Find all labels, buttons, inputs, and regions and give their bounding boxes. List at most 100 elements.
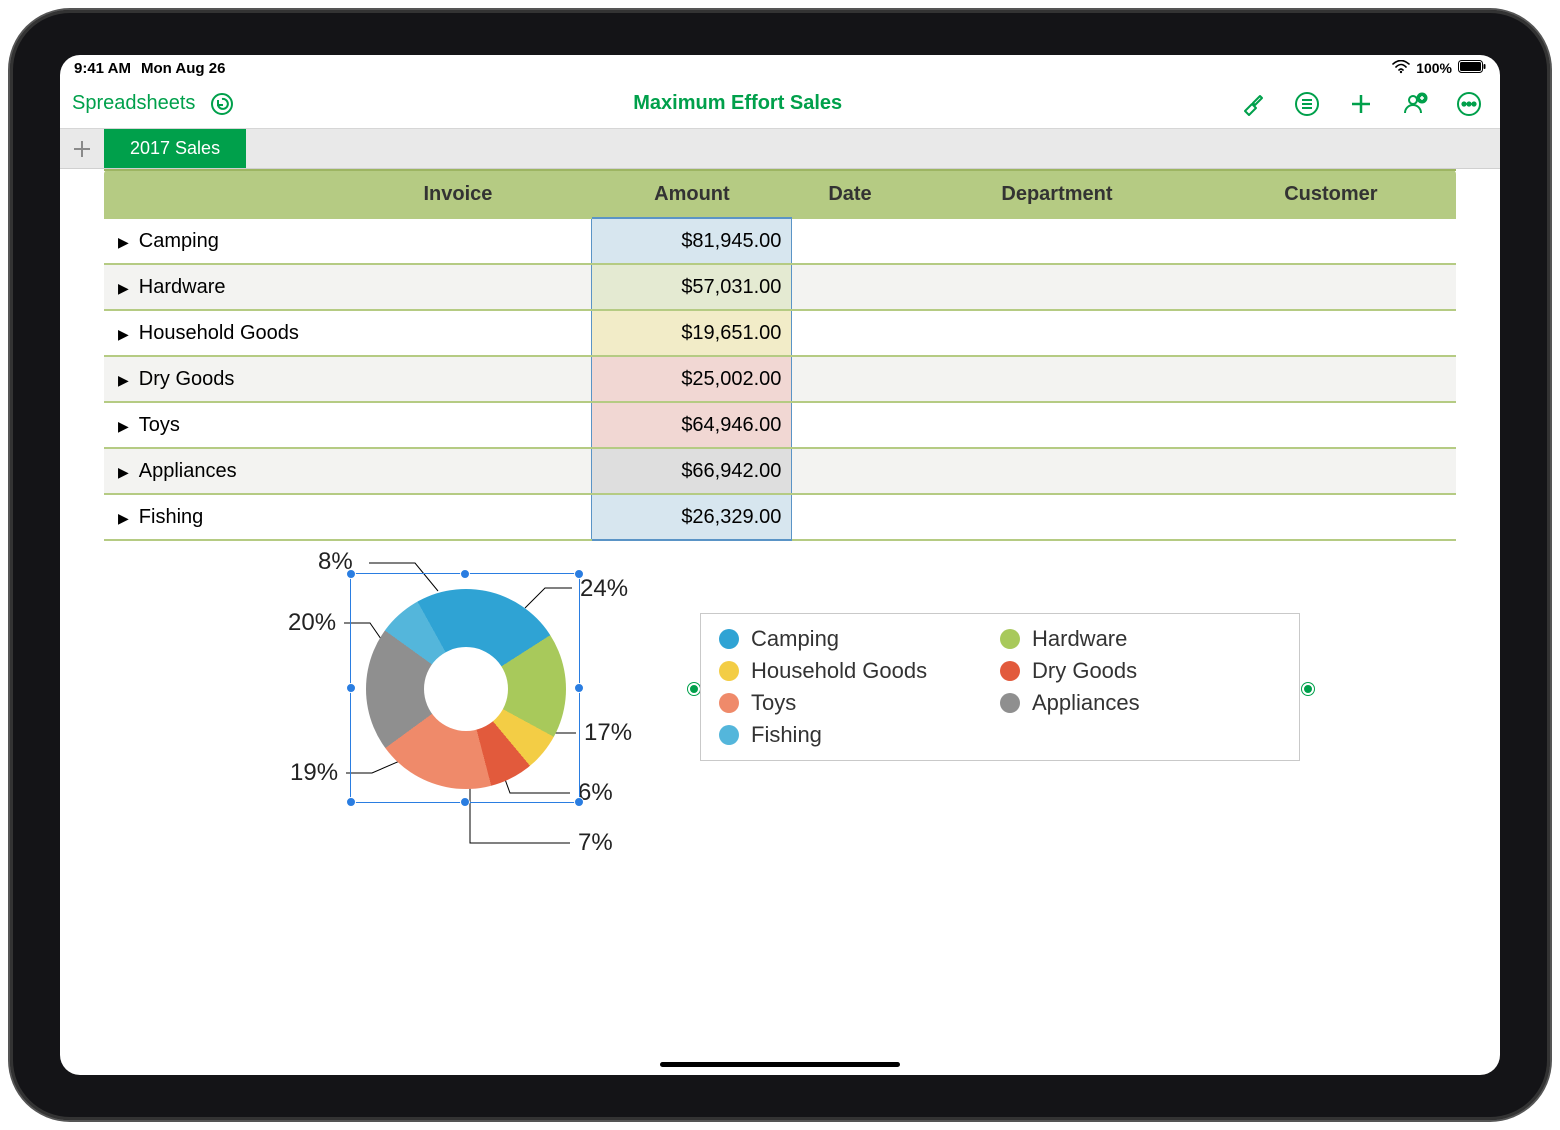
amount-cell[interactable]: $26,329.00 [592, 494, 792, 540]
expand-arrow-icon[interactable]: ▶ [118, 418, 129, 435]
empty-cell[interactable] [908, 494, 1206, 540]
amount-cell[interactable]: $81,945.00 [592, 218, 792, 264]
col-customer[interactable]: Customer [1206, 170, 1456, 218]
legend-item[interactable]: Camping [719, 626, 1000, 652]
add-sheet-button[interactable] [60, 129, 104, 168]
empty-cell[interactable] [908, 218, 1206, 264]
expand-arrow-icon[interactable]: ▶ [118, 234, 129, 251]
selection-handle[interactable] [460, 569, 470, 579]
pct-label: 24% [580, 575, 628, 603]
wifi-icon [1392, 60, 1410, 77]
home-indicator[interactable] [660, 1062, 900, 1067]
selection-handle[interactable] [346, 797, 356, 807]
selection-handle[interactable] [574, 683, 584, 693]
category-cell[interactable]: ▶Appliances [104, 448, 592, 494]
document-title[interactable]: Maximum Effort Sales [235, 92, 1240, 115]
legend-item[interactable]: Hardware [1000, 626, 1281, 652]
selection-handle[interactable] [574, 569, 584, 579]
table-row[interactable]: ▶Hardware$57,031.00 [104, 264, 1456, 310]
col-date[interactable]: Date [792, 170, 908, 218]
expand-arrow-icon[interactable]: ▶ [118, 510, 129, 527]
category-cell[interactable]: ▶Camping [104, 218, 592, 264]
empty-cell[interactable] [1206, 218, 1456, 264]
empty-cell[interactable] [792, 448, 908, 494]
empty-cell[interactable] [908, 356, 1206, 402]
amount-cell[interactable]: $64,946.00 [592, 402, 792, 448]
expand-arrow-icon[interactable]: ▶ [118, 372, 129, 389]
category-cell[interactable]: ▶Fishing [104, 494, 592, 540]
pct-label: 20% [288, 609, 336, 637]
legend-item[interactable]: Toys [719, 690, 1000, 716]
legend-item[interactable]: Fishing [719, 722, 1000, 748]
chart-selection-box[interactable] [350, 573, 580, 803]
sheet-tab-active[interactable]: 2017 Sales [104, 129, 246, 168]
empty-cell[interactable] [908, 264, 1206, 310]
selection-handle[interactable] [346, 569, 356, 579]
collaborate-icon[interactable] [1402, 91, 1428, 117]
amount-cell[interactable]: $66,942.00 [592, 448, 792, 494]
legend-selection-handle[interactable] [1302, 683, 1314, 695]
more-icon[interactable] [1456, 91, 1482, 117]
list-icon[interactable] [1294, 91, 1320, 117]
legend-item[interactable]: Appliances [1000, 690, 1281, 716]
empty-cell[interactable] [1206, 264, 1456, 310]
category-cell[interactable]: ▶Hardware [104, 264, 592, 310]
expand-arrow-icon[interactable]: ▶ [118, 280, 129, 297]
selection-handle[interactable] [574, 797, 584, 807]
amount-cell[interactable]: $57,031.00 [592, 264, 792, 310]
category-cell[interactable]: ▶Dry Goods [104, 356, 592, 402]
legend-label: Dry Goods [1032, 658, 1137, 684]
sheet-tab-bar: 2017 Sales [60, 129, 1500, 169]
col-invoice[interactable]: Invoice [324, 170, 592, 218]
add-button[interactable] [1348, 91, 1374, 117]
empty-cell[interactable] [1206, 310, 1456, 356]
table-row[interactable]: ▶Fishing$26,329.00 [104, 494, 1456, 540]
legend-selection-handle[interactable] [688, 683, 700, 695]
back-button[interactable]: Spreadsheets [72, 92, 195, 115]
table-row[interactable]: ▶Toys$64,946.00 [104, 402, 1456, 448]
format-brush-icon[interactable] [1240, 91, 1266, 117]
pct-label: 19% [290, 759, 338, 787]
undo-button[interactable] [209, 91, 235, 117]
empty-cell[interactable] [1206, 448, 1456, 494]
table-row[interactable]: ▶Camping$81,945.00 [104, 218, 1456, 264]
expand-arrow-icon[interactable]: ▶ [118, 326, 129, 343]
empty-cell[interactable] [1206, 402, 1456, 448]
empty-cell[interactable] [792, 310, 908, 356]
summary-table[interactable]: Invoice Amount Date Department Customer … [104, 169, 1456, 541]
legend-item[interactable]: Dry Goods [1000, 658, 1281, 684]
legend-swatch [719, 661, 739, 681]
spreadsheet-canvas[interactable]: Invoice Amount Date Department Customer … [60, 169, 1500, 933]
table-row[interactable]: ▶Household Goods$19,651.00 [104, 310, 1456, 356]
empty-cell[interactable] [908, 310, 1206, 356]
empty-cell[interactable] [792, 402, 908, 448]
table-row[interactable]: ▶Appliances$66,942.00 [104, 448, 1456, 494]
legend-label: Household Goods [751, 658, 927, 684]
battery-percent: 100% [1416, 60, 1452, 76]
col-department[interactable]: Department [908, 170, 1206, 218]
empty-cell[interactable] [792, 264, 908, 310]
table-header-row: Invoice Amount Date Department Customer [104, 170, 1456, 218]
empty-cell[interactable] [792, 494, 908, 540]
donut-chart[interactable]: 8% 24% 20% 17% 19% 6% 7% [140, 553, 1500, 933]
table-row[interactable]: ▶Dry Goods$25,002.00 [104, 356, 1456, 402]
empty-cell[interactable] [908, 402, 1206, 448]
empty-cell[interactable] [1206, 356, 1456, 402]
selection-handle[interactable] [460, 797, 470, 807]
category-cell[interactable]: ▶Toys [104, 402, 592, 448]
col-blank[interactable] [104, 170, 324, 218]
col-amount[interactable]: Amount [592, 170, 792, 218]
empty-cell[interactable] [792, 356, 908, 402]
chart-legend[interactable]: CampingHardware Household Goods Dry Goods T… [700, 613, 1300, 761]
legend-item[interactable]: Household Goods [719, 658, 1000, 684]
status-date: Mon Aug 26 [141, 60, 225, 77]
amount-cell[interactable]: $19,651.00 [592, 310, 792, 356]
empty-cell[interactable] [1206, 494, 1456, 540]
expand-arrow-icon[interactable]: ▶ [118, 464, 129, 481]
empty-cell[interactable] [908, 448, 1206, 494]
amount-cell[interactable]: $25,002.00 [592, 356, 792, 402]
pct-label: 17% [584, 719, 632, 747]
empty-cell[interactable] [792, 218, 908, 264]
category-cell[interactable]: ▶Household Goods [104, 310, 592, 356]
selection-handle[interactable] [346, 683, 356, 693]
